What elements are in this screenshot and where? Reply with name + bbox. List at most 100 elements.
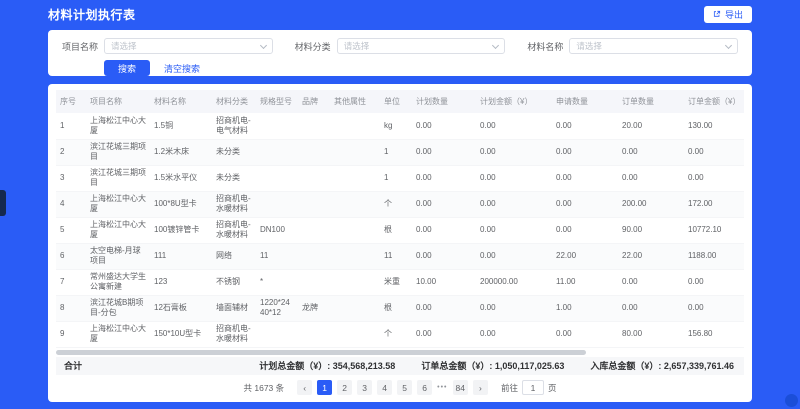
table-cell: 常州盛达大学生公寓新建 [86, 269, 150, 295]
table-row[interactable]: 1上海松江中心大厦1.5铜招商机电-电气材料kg0.000.000.0020.0… [56, 113, 744, 139]
page-button[interactable]: 5 [397, 380, 412, 395]
column-header: 单位 [380, 90, 412, 113]
materials-table: 序号项目名称材料名称材料分类规格型号品牌其他属性单位计划数量计划金额（¥）申请数… [56, 90, 744, 348]
table-cell: 3 [56, 165, 86, 191]
table-cell: 滨江花城三期项目 [86, 165, 150, 191]
filter-placeholder: 请选择 [344, 40, 494, 52]
summary-label: 计划总金额（¥）: [259, 361, 333, 371]
filter-select[interactable]: 请选择 [337, 38, 506, 54]
table-row[interactable]: 3滨江花城三期项目1.5米水平仪未分类10.000.000.000.000.00 [56, 165, 744, 191]
table-cell: 0.00 [684, 295, 744, 321]
table-cell: 172.00 [684, 191, 744, 217]
floating-help-button[interactable] [785, 394, 798, 407]
table-panel: 序号项目名称材料名称材料分类规格型号品牌其他属性单位计划数量计划金额（¥）申请数… [48, 84, 752, 402]
table-row[interactable]: 7常州盛达大学生公寓新建123不锈钢*米重10.00200000.0011.00… [56, 269, 744, 295]
table-cell: 0.00 [618, 295, 684, 321]
search-button[interactable]: 搜索 [104, 60, 150, 76]
table-cell [298, 321, 330, 347]
next-page-button[interactable]: › [473, 380, 488, 395]
table-row[interactable]: 2滨江花城三期项目1.2米木床未分类10.000.000.000.000.00 [56, 139, 744, 165]
table-header-row: 序号项目名称材料名称材料分类规格型号品牌其他属性单位计划数量计划金额（¥）申请数… [56, 90, 744, 113]
page-button[interactable]: 6 [417, 380, 432, 395]
table-cell: 0.00 [618, 165, 684, 191]
page-button[interactable]: 1 [317, 380, 332, 395]
table-cell [256, 165, 298, 191]
sidebar-collapse-handle[interactable] [0, 190, 6, 216]
table-cell [298, 191, 330, 217]
table-cell: 1 [380, 139, 412, 165]
pagination-total: 共 1673 条 [244, 382, 285, 394]
summary-item: 订单总金额（¥）: 1,050,117,025.63 [421, 359, 564, 372]
page-button[interactable]: 84 [453, 380, 468, 395]
table-cell: 7 [56, 269, 86, 295]
table-cell: 0.00 [476, 295, 552, 321]
table-cell: 0.00 [552, 321, 618, 347]
table-cell: 156.80 [684, 321, 744, 347]
column-header: 订单金额（¥） [684, 90, 744, 113]
table-cell: 11.00 [552, 269, 618, 295]
column-header: 其他属性 [330, 90, 380, 113]
summary-items: 计划总金额（¥）: 354,568,213.58 订单总金额（¥）: 1,050,… [259, 359, 736, 372]
table-row[interactable]: 4上海松江中心大厦100*8U型卡招商机电-水暖材料个0.000.000.002… [56, 191, 744, 217]
export-icon [713, 10, 721, 18]
prev-page-button[interactable]: ‹ [297, 380, 312, 395]
export-label: 导出 [725, 8, 743, 21]
table-cell: 1220*2440*12 [256, 295, 298, 321]
table-row[interactable]: 8滨江花城B期项目-分包12石膏板墙面辅材1220*2440*12龙牌根0.00… [56, 295, 744, 321]
table-cell: 上海松江中心大厦 [86, 321, 150, 347]
filter-placeholder: 请选择 [111, 40, 261, 52]
table-cell [256, 321, 298, 347]
table-row[interactable]: 9上海松江中心大厦150*10U型卡招商机电-水暖材料个0.000.000.00… [56, 321, 744, 347]
summary-label: 入库总金额（¥）: [590, 361, 664, 371]
table-row[interactable]: 5上海松江中心大厦100镀锌管卡招商机电-水暖材料DN100根0.000.000… [56, 217, 744, 243]
table-cell [330, 217, 380, 243]
table-cell: 0.00 [412, 295, 476, 321]
table-cell [330, 191, 380, 217]
summary-item: 入库总金额（¥）: 2,657,339,761.46 [590, 359, 734, 372]
table-cell: 0.00 [412, 139, 476, 165]
horizontal-scrollbar [56, 350, 744, 355]
filter-group: 材料名称请选择 [527, 38, 738, 54]
page-button[interactable]: 3 [357, 380, 372, 395]
table-cell: 0.00 [552, 191, 618, 217]
table-row[interactable]: 6太空电梯-月球项目111网络11110.000.0022.0022.00118… [56, 243, 744, 269]
summary-value: 354,568,213.58 [333, 361, 396, 371]
goto-page-unit: 页 [548, 382, 557, 394]
table-cell: 太空电梯-月球项目 [86, 243, 150, 269]
table-cell [330, 269, 380, 295]
table-cell: 10.00 [412, 269, 476, 295]
column-header: 计划数量 [412, 90, 476, 113]
column-header: 序号 [56, 90, 86, 113]
table-cell [330, 243, 380, 269]
table-cell: 2 [56, 139, 86, 165]
table-cell: 22.00 [552, 243, 618, 269]
table-cell [298, 243, 330, 269]
clear-search-button[interactable]: 清空搜索 [164, 62, 200, 75]
export-button[interactable]: 导出 [704, 6, 752, 23]
page-button[interactable]: 2 [337, 380, 352, 395]
table-cell: 20.00 [618, 113, 684, 139]
table-cell: 90.00 [618, 217, 684, 243]
table-cell: 招商机电-电气材料 [212, 113, 256, 139]
goto-page-input[interactable] [522, 380, 544, 395]
table-cell: 0.00 [618, 139, 684, 165]
table-cell [298, 217, 330, 243]
summary-row: 合计 计划总金额（¥）: 354,568,213.58订单总金额（¥）: 1,0… [56, 357, 744, 375]
filter-select[interactable]: 请选择 [104, 38, 273, 54]
table-cell: 0.00 [476, 165, 552, 191]
table-cell [298, 165, 330, 191]
table-cell [256, 113, 298, 139]
filter-select[interactable]: 请选择 [569, 38, 738, 54]
table-cell: 上海松江中心大厦 [86, 191, 150, 217]
table-cell [330, 321, 380, 347]
table-cell: 130.00 [684, 113, 744, 139]
table-cell: 100*8U型卡 [150, 191, 212, 217]
table-cell: 22.00 [618, 243, 684, 269]
column-header: 订单数量 [618, 90, 684, 113]
chevron-down-icon [492, 41, 499, 48]
horizontal-scrollbar-thumb[interactable] [56, 350, 586, 355]
filter-label: 材料分类 [295, 40, 331, 53]
page-button[interactable]: 4 [377, 380, 392, 395]
summary-value: 2,657,339,761.46 [664, 361, 734, 371]
table-cell: kg [380, 113, 412, 139]
